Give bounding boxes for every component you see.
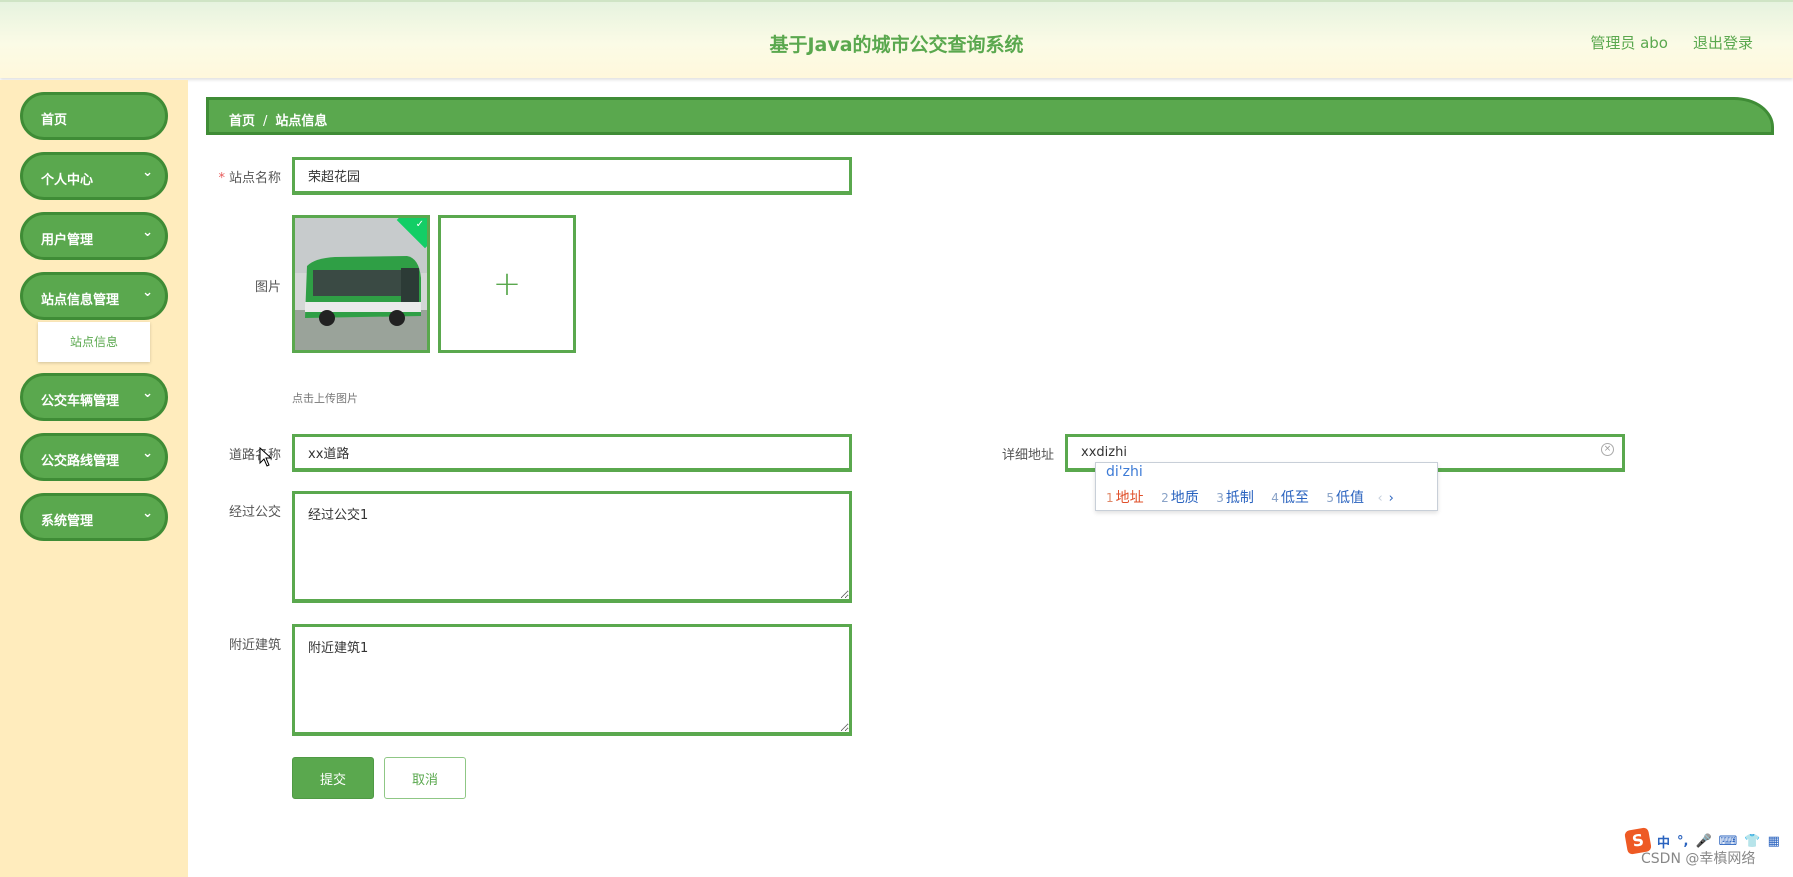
upload-tip: 点击上传图片 — [292, 392, 358, 405]
required-marker: * — [218, 171, 225, 186]
ime-candidate-text: 地质 — [1170, 490, 1199, 506]
image-upload-button[interactable]: + — [438, 215, 576, 353]
breadcrumb-trail: 首页 / 站点信息 — [229, 110, 327, 129]
sidebar-item-user-management[interactable]: 用户管理 ⌄ — [20, 212, 168, 260]
skin-icon[interactable]: 👕 — [1744, 834, 1760, 849]
station-name-label-text: 站点名称 — [228, 171, 281, 186]
sidebar-item-personal-center[interactable]: 个人中心 ⌄ — [20, 152, 168, 200]
sidebar-item-label: 系统管理 — [41, 514, 94, 529]
chevron-down-icon: ⌄ — [142, 386, 153, 401]
breadcrumb-current: 站点信息 — [275, 114, 328, 129]
ime-pinyin: di'zhi — [1106, 464, 1143, 480]
mouse-cursor-icon — [259, 447, 273, 467]
ime-page-nav: ‹ › — [1377, 491, 1393, 506]
sidebar-item-station-management[interactable]: 站点信息管理 ⌄ — [20, 272, 168, 320]
chevron-down-icon: ⌄ — [142, 285, 153, 300]
microphone-icon[interactable]: 🎤 — [1695, 834, 1711, 849]
ime-candidate-text: 低至 — [1280, 490, 1309, 506]
top-header: 基于Java的城市公交查询系统 管理员 abo 退出登录 — [0, 0, 1793, 78]
chevron-right-icon[interactable]: › — [1389, 491, 1394, 506]
sidebar-item-label: 首页 — [41, 113, 68, 128]
passing-bus-textarea[interactable]: 经过公交1 — [292, 491, 852, 603]
ime-candidate[interactable]: 3 抵制 — [1216, 490, 1254, 506]
ime-candidate[interactable]: 2 地质 — [1161, 490, 1199, 506]
ime-candidate-number: 4 — [1271, 491, 1279, 505]
ime-candidate-number: 3 — [1216, 491, 1224, 505]
logout-link[interactable]: 退出登录 — [1693, 32, 1753, 53]
ime-candidate-list: 1 地址 2 地质 3 抵制 4 低至 5 低值 ‹ › — [1106, 487, 1394, 507]
sidebar-item-label: 个人中心 — [41, 173, 94, 188]
breadcrumb-separator: / — [263, 114, 268, 129]
current-user: 管理员 abo — [1590, 34, 1668, 52]
chevron-down-icon: ⌄ — [142, 506, 153, 521]
nearby-building-textarea[interactable]: 附近建筑1 — [292, 624, 852, 736]
nearby-building-label: 附近建筑 — [228, 638, 281, 653]
sidebar-item-bus-vehicle-management[interactable]: 公交车辆管理 ⌄ — [20, 373, 168, 421]
station-name-input[interactable] — [292, 157, 852, 195]
ime-candidate[interactable]: 4 低至 — [1271, 490, 1309, 506]
apps-grid-icon[interactable]: ▦ — [1768, 834, 1780, 849]
station-name-label: * 站点名称 — [201, 167, 281, 186]
watermark: CSDN @幸槙网络 — [1641, 851, 1756, 867]
ime-candidate[interactable]: 1 地址 — [1106, 490, 1144, 506]
ime-candidate-number: 5 — [1326, 491, 1335, 505]
sidebar-item-label: 公交车辆管理 — [41, 394, 120, 409]
submenu-item-station-info[interactable]: 站点信息 — [38, 322, 150, 362]
ime-candidate-text: 低值 — [1336, 490, 1365, 506]
image-label: 图片 — [254, 280, 281, 295]
ime-candidate[interactable]: 5 低值 — [1326, 490, 1364, 506]
submit-button[interactable]: 提交 — [292, 757, 374, 799]
chevron-down-icon: ⌄ — [142, 165, 153, 180]
sidebar-item-label: 用户管理 — [41, 233, 94, 248]
uploaded-image-thumbnail[interactable]: ✓ — [292, 215, 430, 353]
breadcrumb: 首页 / 站点信息 — [206, 97, 1774, 135]
detail-address-label: 详细地址 — [1001, 448, 1054, 463]
app-title: 基于Java的城市公交查询系统 — [769, 34, 1024, 56]
road-name-input[interactable] — [292, 434, 852, 472]
ime-candidate-popup: di'zhi 1 地址 2 地质 3 抵制 4 低至 5 低值 ‹ › — [1095, 462, 1438, 511]
chevron-left-icon[interactable]: ‹ — [1377, 491, 1382, 506]
ime-candidate-number: 1 — [1106, 491, 1114, 505]
plus-icon: + — [492, 264, 522, 304]
keyboard-icon[interactable]: ⌨ — [1719, 834, 1738, 849]
punctuation-icon[interactable]: °, — [1677, 834, 1688, 849]
sidebar-item-system-management[interactable]: 系统管理 ⌄ — [20, 493, 168, 541]
sidebar-item-bus-route-management[interactable]: 公交路线管理 ⌄ — [20, 433, 168, 481]
ime-candidate-number: 2 — [1161, 491, 1169, 505]
passing-bus-label: 经过公交 — [228, 505, 281, 520]
clear-icon[interactable]: × — [1601, 443, 1614, 456]
bus-photo — [295, 218, 427, 350]
chevron-down-icon: ⌄ — [142, 225, 153, 240]
breadcrumb-home[interactable]: 首页 — [229, 114, 255, 129]
chevron-down-icon: ⌄ — [142, 446, 153, 461]
ime-candidate-text: 抵制 — [1225, 490, 1254, 506]
sidebar-item-label: 站点信息管理 — [41, 293, 120, 308]
sidebar-item-label: 公交路线管理 — [41, 454, 120, 469]
cancel-button[interactable]: 取消 — [384, 757, 466, 799]
check-icon: ✓ — [415, 219, 424, 230]
ime-candidate-text: 地址 — [1115, 490, 1144, 506]
sidebar-item-home[interactable]: 首页 — [20, 92, 168, 140]
